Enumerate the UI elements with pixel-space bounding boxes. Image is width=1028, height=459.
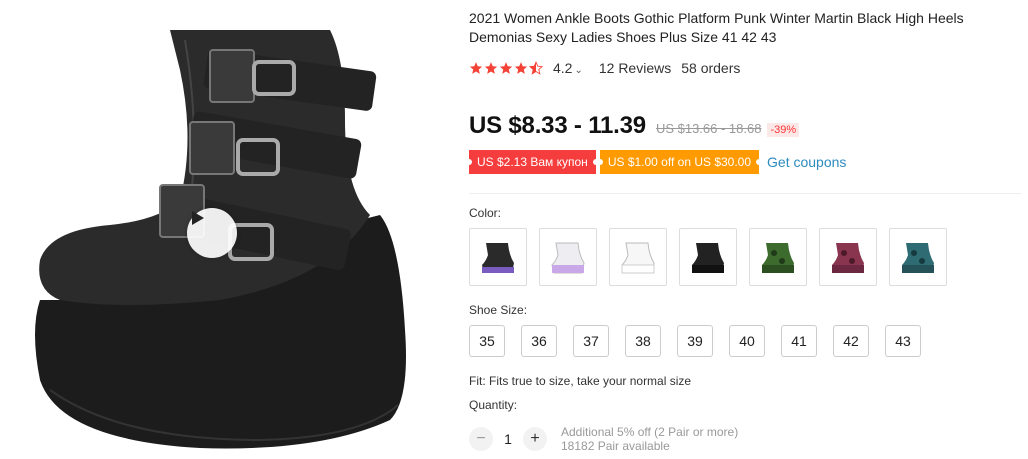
size-options: 35 36 37 38 39 40 41 42 43 bbox=[469, 325, 921, 357]
quantity-label: Quantity: bbox=[469, 398, 518, 412]
price-row: US $8.33 - 11.39 US $13.66 - 18.68 -39% bbox=[469, 112, 800, 140]
size-option[interactable]: 38 bbox=[625, 325, 661, 357]
rating-dropdown[interactable]: 4.2 ⌄ bbox=[553, 60, 583, 76]
color-swatch-black[interactable] bbox=[679, 228, 737, 286]
star-icon bbox=[469, 62, 483, 74]
quantity-increase-button[interactable]: + bbox=[523, 427, 547, 451]
coupon-row: US $2.13 Вам купон US $1.00 off on US $3… bbox=[466, 150, 846, 174]
quantity-value[interactable]: 1 bbox=[493, 431, 523, 447]
product-title: 2021 Women Ankle Boots Gothic Platform P… bbox=[469, 10, 964, 45]
chevron-down-icon: ⌄ bbox=[574, 65, 583, 76]
video-play-button[interactable] bbox=[187, 208, 237, 258]
reviews-link[interactable]: 12 Reviews bbox=[599, 60, 671, 76]
color-swatch-white-holographic[interactable] bbox=[539, 228, 597, 286]
size-option[interactable]: 42 bbox=[833, 325, 869, 357]
size-option[interactable]: 39 bbox=[677, 325, 713, 357]
rating-value: 4.2 bbox=[553, 60, 573, 76]
original-price: US $13.66 - 18.68 bbox=[655, 121, 762, 136]
boot-thumbnail bbox=[621, 242, 655, 274]
boot-thumbnail bbox=[902, 243, 934, 273]
size-label: Shoe Size: bbox=[469, 303, 528, 317]
boot-thumbnail bbox=[551, 242, 585, 274]
product-image[interactable] bbox=[0, 0, 440, 459]
star-icon bbox=[484, 62, 498, 74]
discount-badge: -39% bbox=[767, 123, 800, 137]
size-option[interactable]: 41 bbox=[781, 325, 817, 357]
orders-count: 58 orders bbox=[681, 60, 741, 76]
price: US $8.33 - 11.39 bbox=[469, 112, 646, 139]
fit-note: Fit: Fits true to size, take your normal… bbox=[469, 374, 692, 388]
half-star-icon bbox=[529, 61, 543, 75]
size-option[interactable]: 35 bbox=[469, 325, 505, 357]
color-options bbox=[469, 228, 947, 286]
size-option[interactable]: 37 bbox=[573, 325, 609, 357]
boot-thumbnail bbox=[692, 243, 724, 273]
quantity-info: Additional 5% off (2 Pair or more) 18182… bbox=[561, 425, 738, 453]
quantity-decrease-button[interactable]: − bbox=[469, 427, 493, 451]
bulk-discount-note: Additional 5% off (2 Pair or more) bbox=[561, 425, 739, 439]
star-icon bbox=[514, 62, 528, 74]
color-swatch-green-camo[interactable] bbox=[749, 228, 807, 286]
boot-thumbnail bbox=[482, 243, 514, 273]
size-option[interactable]: 43 bbox=[885, 325, 921, 357]
play-icon bbox=[192, 211, 204, 225]
color-swatch-white[interactable] bbox=[609, 228, 667, 286]
color-swatch-black-purple[interactable] bbox=[469, 228, 527, 286]
offer-coupon[interactable]: US $1.00 off on US $30.00 bbox=[596, 150, 763, 174]
color-label: Color: bbox=[469, 206, 502, 220]
star-icon bbox=[499, 62, 513, 74]
rating-row: 4.2 ⌄ 12 Reviews 58 orders bbox=[469, 58, 740, 78]
divider bbox=[469, 193, 1021, 194]
rating-stars bbox=[469, 61, 543, 75]
size-option[interactable]: 40 bbox=[729, 325, 765, 357]
size-option[interactable]: 36 bbox=[521, 325, 557, 357]
boot-thumbnail bbox=[832, 243, 864, 273]
quantity-stepper: − 1 + Additional 5% off (2 Pair or more)… bbox=[469, 425, 738, 453]
boot-thumbnail bbox=[762, 243, 794, 273]
color-swatch-teal-camo[interactable] bbox=[889, 228, 947, 286]
store-coupon[interactable]: US $2.13 Вам купон bbox=[466, 150, 599, 174]
get-coupons-link[interactable]: Get coupons bbox=[767, 154, 846, 170]
stock-available: 18182 Pair available bbox=[561, 439, 670, 453]
color-swatch-pink-camo[interactable] bbox=[819, 228, 877, 286]
